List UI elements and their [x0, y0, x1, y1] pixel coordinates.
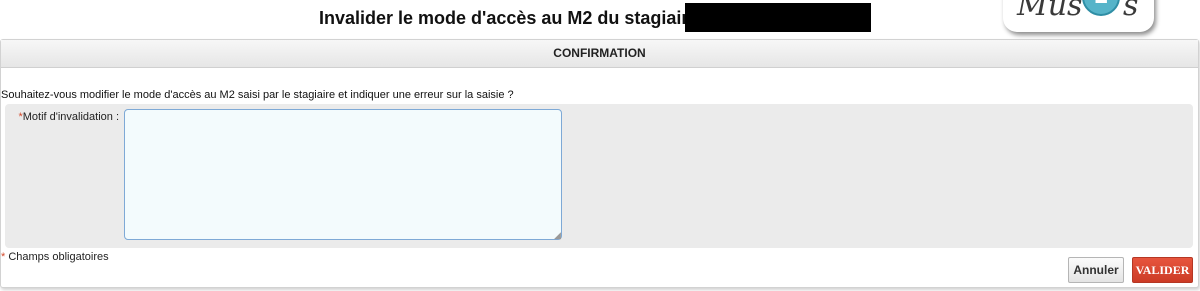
title-bar: Invalider le mode d'accès au M2 du stagi… [0, 0, 1200, 38]
form-area: *Motif d'invalidation : ◢ [5, 104, 1193, 248]
resize-grip-icon[interactable]: ◢ [554, 230, 561, 241]
required-note-text: Champs obligatoires [5, 251, 109, 263]
validate-button[interactable]: VALIDER [1132, 257, 1193, 283]
logo-e-badge: E [1082, 0, 1120, 16]
cancel-button[interactable]: Annuler [1068, 257, 1124, 283]
page-title: Invalider le mode d'accès au M2 du stagi… [319, 8, 699, 28]
required-fields-note: * Champs obligatoires [1, 251, 109, 263]
motif-invalidation-textarea[interactable] [124, 109, 562, 240]
motif-label: *Motif d'invalidation : [18, 111, 119, 123]
confirmation-question: Souhaitez-vous modifier le mode d'accès … [1, 89, 514, 101]
logo-suffix: s [1123, 0, 1139, 23]
app-logo: Mus E s [1003, 0, 1154, 32]
confirmation-panel: CONFIRMATION Souhaitez-vous modifier le … [0, 39, 1199, 288]
redacted-trainee-name [685, 3, 871, 32]
panel-heading: CONFIRMATION [1, 40, 1198, 68]
logo-text: Mus [1017, 0, 1083, 23]
motif-label-text: Motif d'invalidation : [22, 111, 119, 123]
